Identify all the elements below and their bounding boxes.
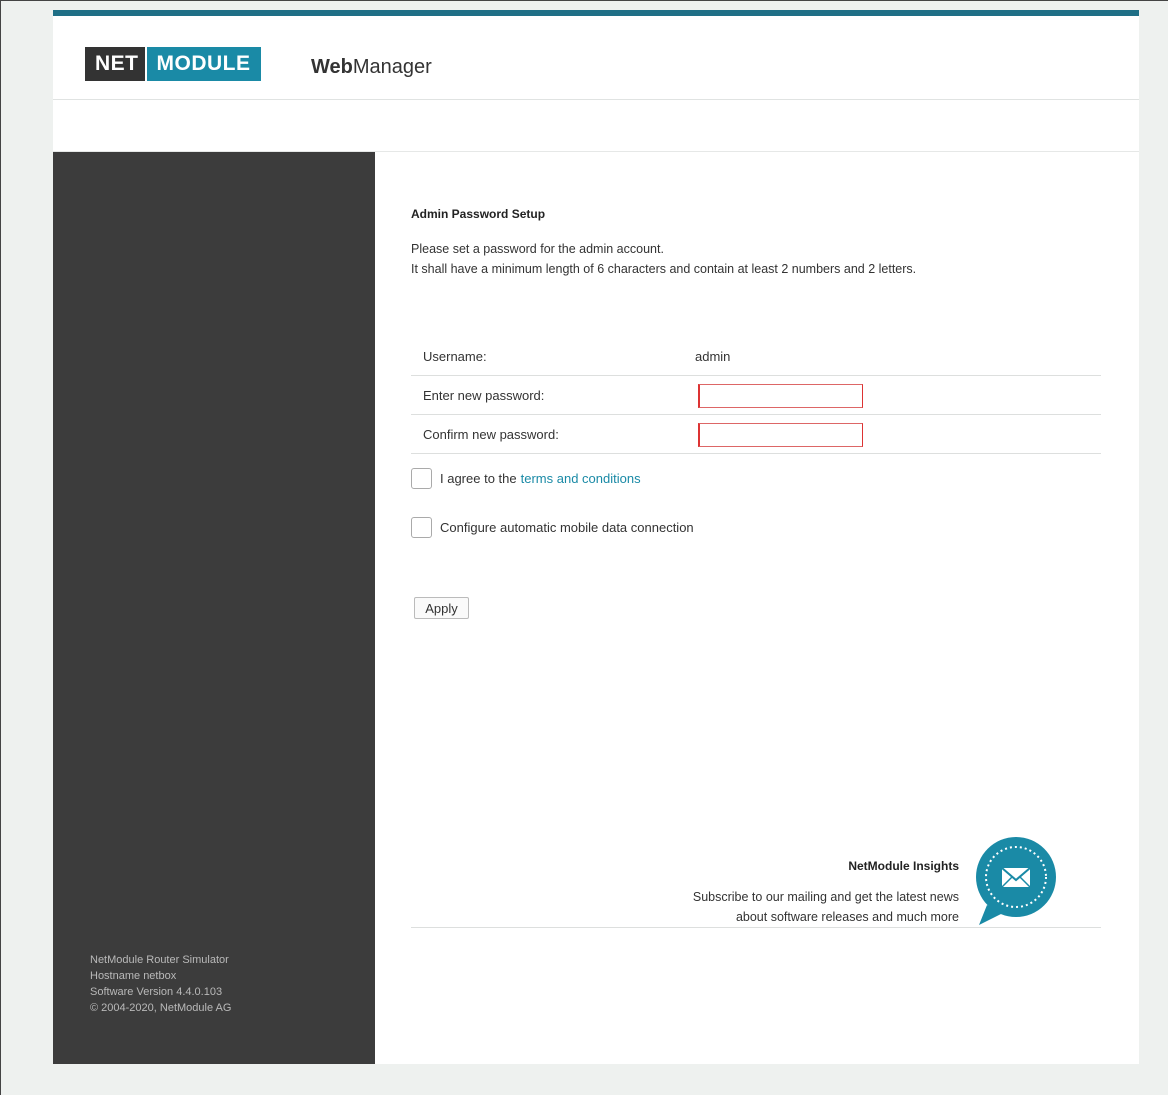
username-value: admin: [695, 349, 731, 364]
main-content: Admin Password Setup Please set a passwo…: [411, 152, 1111, 1052]
app-title-bold: Web: [311, 56, 353, 78]
insights-title: NetModule Insights: [848, 859, 959, 873]
description-line-1: Please set a password for the admin acco…: [411, 242, 664, 256]
software-version: Software Version 4.4.0.103: [90, 986, 223, 998]
netmodule-logo: NET MODULE: [85, 47, 261, 81]
mail-icon[interactable]: [973, 835, 1059, 927]
confirm-password-label: Confirm new password:: [423, 427, 559, 442]
copyright: © 2004-2020, NetModule AG: [90, 1002, 232, 1014]
confirm-password-input[interactable]: [698, 423, 863, 447]
new-password-input[interactable]: [698, 384, 863, 408]
agree-terms-row: I agree to the terms and conditions: [411, 468, 641, 489]
insights-text: Subscribe to our mailing and get the lat…: [693, 887, 959, 927]
insights-line-1: Subscribe to our mailing and get the lat…: [692, 890, 959, 904]
agree-terms-checkbox[interactable]: [411, 468, 432, 489]
description-line-2: It shall have a minimum length of 6 char…: [411, 262, 917, 276]
insights-line-2: about software releases and much more: [735, 910, 959, 924]
navigation-bar: [53, 101, 1139, 152]
page: NET MODULE WebManager NetModule Router S…: [53, 10, 1139, 1064]
device-model: NetModule Router Simulator: [90, 954, 229, 966]
username-row: Username: admin: [411, 337, 1101, 376]
insights-section: NetModule Insights Subscribe to our mail…: [411, 832, 1101, 928]
browser-frame: NET MODULE WebManager NetModule Router S…: [0, 0, 1168, 1095]
logo-net: NET: [85, 47, 145, 81]
mobile-data-row: Configure automatic mobile data connecti…: [411, 517, 694, 538]
new-password-label: Enter new password:: [423, 388, 545, 403]
new-password-row: Enter new password:: [411, 376, 1101, 415]
page-description: Please set a password for the admin acco…: [411, 239, 916, 279]
device-info: NetModule Router Simulator Hostname netb…: [90, 952, 231, 1016]
agree-terms-label: I agree to the: [440, 471, 517, 486]
apply-button[interactable]: Apply: [414, 597, 469, 619]
logo-module: MODULE: [146, 47, 261, 81]
app-title-rest: Manager: [352, 56, 432, 78]
mobile-data-checkbox[interactable]: [411, 517, 432, 538]
password-form: Username: admin Enter new password: Conf…: [411, 337, 1101, 454]
page-title: Admin Password Setup: [411, 207, 546, 221]
username-label: Username:: [423, 349, 487, 364]
confirm-password-row: Confirm new password:: [411, 415, 1101, 454]
sidebar: NetModule Router Simulator Hostname netb…: [53, 152, 375, 1064]
terms-link[interactable]: terms and conditions: [521, 471, 641, 486]
app-title: WebManager: [311, 56, 432, 79]
mobile-data-label: Configure automatic mobile data connecti…: [440, 520, 694, 535]
device-hostname: Hostname netbox: [90, 970, 177, 982]
header: NET MODULE WebManager: [53, 16, 1139, 100]
